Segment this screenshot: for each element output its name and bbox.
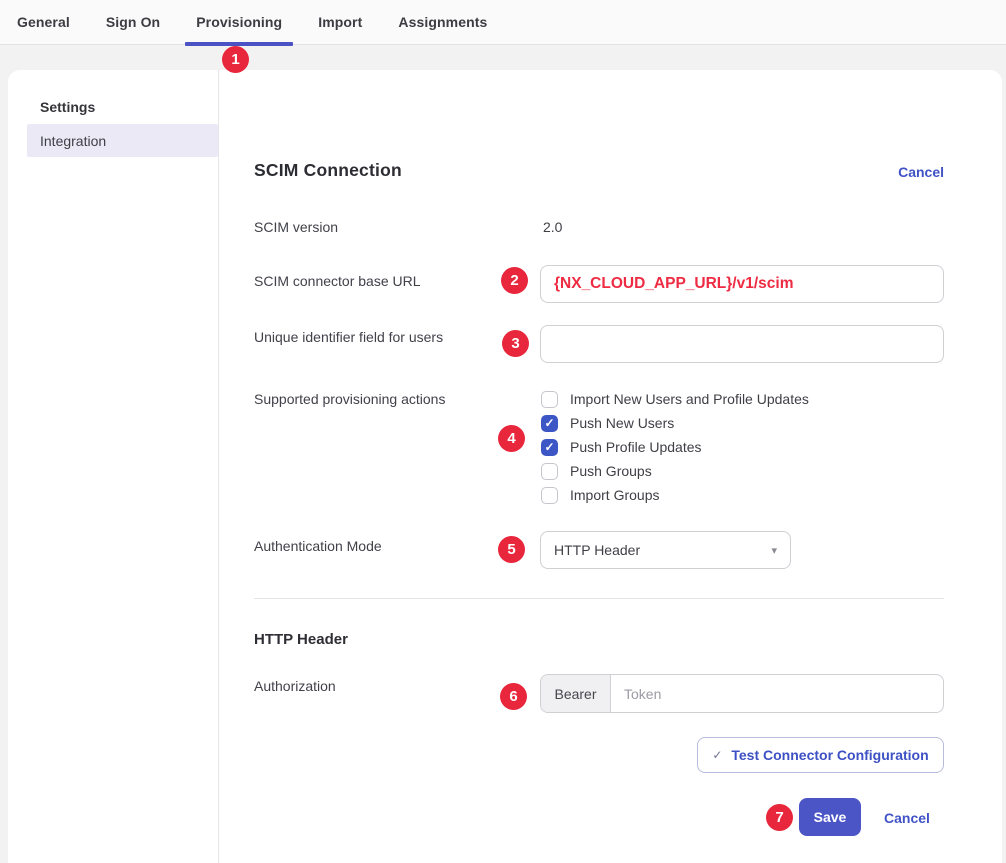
- scim-version-value: 2.0: [543, 217, 562, 237]
- checkbox-row-push-profile-updates[interactable]: ✓ Push Profile Updates: [541, 435, 702, 459]
- token-input[interactable]: [611, 675, 943, 712]
- checkbox-row-import-groups[interactable]: ✓ Import Groups: [541, 483, 659, 507]
- sidebar-item-integration[interactable]: Integration: [27, 124, 218, 157]
- unique-id-label: Unique identifier field for users: [254, 327, 443, 347]
- save-button[interactable]: Save: [799, 798, 861, 836]
- bearer-prefix: Bearer: [541, 675, 611, 712]
- tab-import[interactable]: Import: [318, 0, 362, 45]
- cancel-link-top[interactable]: Cancel: [898, 164, 944, 180]
- unique-id-input[interactable]: [540, 325, 944, 363]
- sidebar-heading: Settings: [40, 99, 95, 115]
- base-url-input[interactable]: [540, 265, 944, 303]
- annotation-badge-5: 5: [498, 536, 525, 563]
- annotation-badge-1: 1: [222, 46, 249, 73]
- annotation-badge-6: 6: [500, 683, 527, 710]
- http-header-section-heading: HTTP Header: [254, 631, 348, 648]
- check-icon: ✓: [712, 748, 722, 762]
- checkbox-row-push-groups[interactable]: ✓ Push Groups: [541, 459, 652, 483]
- check-icon: ✓: [544, 417, 554, 429]
- annotation-badge-3: 3: [502, 330, 529, 357]
- cancel-link-bottom[interactable]: Cancel: [884, 810, 930, 826]
- authorization-input-group: Bearer: [540, 674, 944, 713]
- scim-version-label: SCIM version: [254, 217, 338, 237]
- checkbox-label: Push Profile Updates: [570, 439, 702, 455]
- sidebar-divider: [218, 70, 219, 863]
- auth-mode-selected-value: HTTP Header: [554, 542, 771, 558]
- test-connector-button[interactable]: ✓ Test Connector Configuration: [697, 737, 944, 773]
- check-icon: ✓: [544, 441, 554, 453]
- checkbox-push-profile-updates[interactable]: ✓: [541, 439, 558, 456]
- checkbox-push-new-users[interactable]: ✓: [541, 415, 558, 432]
- checkbox-row-import-new-users[interactable]: ✓ Import New Users and Profile Updates: [541, 387, 809, 411]
- section-divider: [254, 598, 944, 599]
- test-connector-button-label: Test Connector Configuration: [731, 747, 928, 763]
- annotation-badge-2: 2: [501, 267, 528, 294]
- checkbox-import-groups[interactable]: ✓: [541, 487, 558, 504]
- page-title: SCIM Connection: [254, 160, 402, 181]
- provisioning-actions-label: Supported provisioning actions: [254, 389, 445, 409]
- checkbox-import-new-users[interactable]: ✓: [541, 391, 558, 408]
- auth-mode-select[interactable]: HTTP Header ▾: [540, 531, 791, 569]
- chevron-down-icon: ▾: [771, 544, 777, 557]
- checkbox-label: Push Groups: [570, 463, 652, 479]
- tab-sign-on[interactable]: Sign On: [106, 0, 160, 45]
- tab-provisioning[interactable]: Provisioning: [196, 0, 282, 45]
- settings-card: Settings Integration SCIM Connection Can…: [8, 70, 1002, 863]
- checkbox-label: Import New Users and Profile Updates: [570, 391, 809, 407]
- checkbox-row-push-new-users[interactable]: ✓ Push New Users: [541, 411, 674, 435]
- base-url-label: SCIM connector base URL: [254, 271, 421, 291]
- checkbox-label: Import Groups: [570, 487, 659, 503]
- checkbox-push-groups[interactable]: ✓: [541, 463, 558, 480]
- annotation-badge-4: 4: [498, 425, 525, 452]
- authorization-label: Authorization: [254, 676, 336, 696]
- app-tabbar: General Sign On Provisioning Import Assi…: [0, 0, 1006, 45]
- sidebar-item-label: Integration: [40, 133, 106, 149]
- checkbox-label: Push New Users: [570, 415, 674, 431]
- annotation-badge-7: 7: [766, 804, 793, 831]
- tab-general[interactable]: General: [17, 0, 70, 45]
- tab-assignments[interactable]: Assignments: [398, 0, 487, 45]
- auth-mode-label: Authentication Mode: [254, 536, 382, 556]
